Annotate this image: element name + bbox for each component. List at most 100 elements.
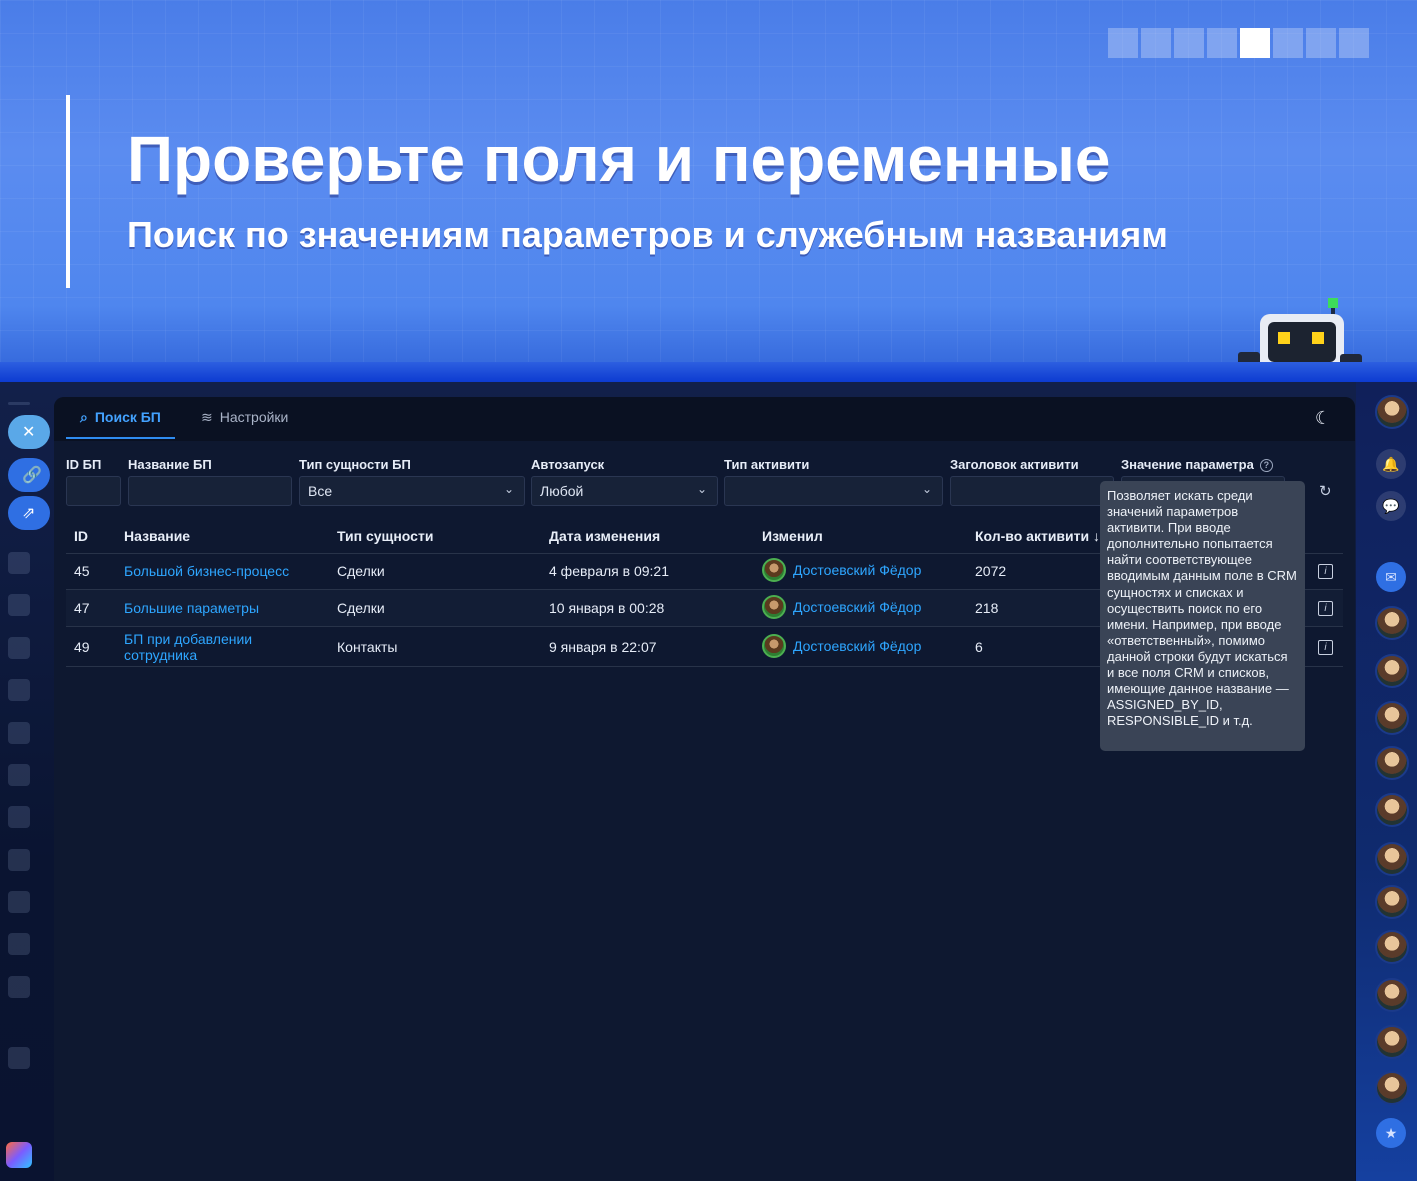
info-icon[interactable]: i [1318, 640, 1333, 655]
chart-icon[interactable] [8, 764, 30, 786]
tab-search-bp[interactable]: ⌕ Поиск БП [66, 397, 175, 439]
store-icon[interactable] [8, 594, 30, 616]
contact-avatar[interactable] [1375, 746, 1409, 780]
user-avatar[interactable] [762, 595, 786, 619]
mcp-icon[interactable] [8, 976, 30, 998]
cell-date: 9 января в 22:07 [549, 639, 657, 655]
entity-type-value: Все [308, 483, 333, 499]
autostart-select[interactable]: Любой ⌄ [531, 476, 718, 506]
bp-name-link[interactable]: Большие параметры [124, 600, 259, 616]
chevron-down-icon: ⌄ [696, 482, 707, 496]
contact-avatar[interactable] [1375, 606, 1409, 640]
name-input[interactable] [128, 476, 292, 506]
column-header-date[interactable]: Дата изменения [549, 528, 660, 544]
close-button[interactable]: ✕ [8, 415, 50, 449]
slide-dot[interactable] [1108, 28, 1138, 58]
column-header-name[interactable]: Название [124, 528, 190, 544]
calendar-icon[interactable] [8, 722, 30, 744]
cell-id: 49 [74, 639, 90, 655]
contact-avatar[interactable] [1375, 930, 1409, 964]
user-avatar[interactable] [762, 634, 786, 658]
tab-bar: ⌕ Поиск БП ≋ Настройки ☾ [54, 397, 1355, 441]
robot-icon[interactable] [8, 933, 30, 955]
banner-bottom-band [0, 362, 1417, 382]
id-input[interactable] [66, 476, 121, 506]
bp-name-link[interactable]: БП при добавлении сотрудника [124, 631, 274, 663]
cell-activity-count: 6 [975, 639, 983, 655]
slide-dot[interactable] [1339, 28, 1369, 58]
filter-label-id: ID БП [66, 457, 102, 472]
info-icon[interactable]: i [1318, 564, 1333, 579]
filter-label-activity-type: Тип активити [724, 457, 810, 472]
cell-id: 45 [74, 563, 90, 579]
tab-settings[interactable]: ≋ Настройки [193, 397, 296, 437]
cell-entity: Сделки [337, 600, 385, 616]
sliders-icon: ≋ [201, 408, 213, 425]
param-value-tooltip: Позволяет искать среди значений параметр… [1100, 481, 1305, 751]
contact-avatar[interactable] [1375, 1071, 1409, 1105]
bp-name-link[interactable]: Большой бизнес-процесс [124, 563, 289, 579]
document-icon[interactable] [8, 637, 30, 659]
cell-activity-count: 218 [975, 600, 999, 616]
cell-date: 10 января в 00:28 [549, 600, 665, 616]
presentation-icon[interactable] [8, 679, 30, 701]
column-header-activity-count[interactable]: Кол-во активити ↓ [975, 528, 1100, 544]
contact-avatar[interactable] [1375, 654, 1409, 688]
tab-label: Поиск БП [94, 409, 161, 425]
column-header-id[interactable]: ID [74, 528, 88, 544]
task-icon[interactable] [8, 552, 30, 574]
activity-type-select[interactable]: ⌄ [724, 476, 943, 506]
pen-icon[interactable] [8, 891, 30, 913]
chat-search-icon[interactable]: 💬 [1376, 491, 1406, 521]
cell-entity: Контакты [337, 639, 398, 655]
contact-avatar[interactable] [1375, 978, 1409, 1012]
banner-subline: Поиск по значениям параметров и служебны… [127, 214, 1168, 255]
contact-avatar[interactable] [1375, 885, 1409, 919]
entity-type-select[interactable]: Все ⌄ [299, 476, 525, 506]
refresh-icon[interactable]: ↻ [1319, 482, 1332, 500]
contact-avatar[interactable] [1375, 842, 1409, 876]
contact-avatar[interactable] [1375, 1025, 1409, 1059]
banner-headline: Проверьте поля и переменные [127, 123, 1111, 195]
column-header-entity[interactable]: Тип сущности [337, 528, 433, 544]
cell-user: Достоевский Фёдор [762, 595, 921, 619]
help-icon[interactable]: ? [1259, 459, 1273, 472]
open-external-button[interactable]: ⇗ [8, 496, 50, 530]
chevron-down-icon: ⌄ [921, 482, 932, 496]
user-link[interactable]: Достоевский Фёдор [793, 599, 921, 615]
cell-id: 47 [74, 600, 90, 616]
messages-icon[interactable]: ✉ [1376, 562, 1406, 592]
user-link[interactable]: Достоевский Фёдор [793, 638, 921, 654]
filter-label-entity-type: Тип сущности БП [299, 457, 411, 472]
info-icon[interactable]: i [1318, 601, 1333, 616]
param-value-label-text: Значение параметра [1121, 457, 1254, 472]
cell-entity: Сделки [337, 563, 385, 579]
autostart-value: Любой [540, 483, 584, 499]
moon-icon[interactable]: ☾ [1315, 408, 1331, 429]
search-icon: ⌕ [80, 408, 88, 425]
slide-dot[interactable] [1207, 28, 1237, 58]
file-edit-icon[interactable] [8, 849, 30, 871]
current-user-avatar[interactable] [1375, 395, 1409, 429]
cell-date: 4 февраля в 09:21 [549, 563, 669, 579]
settings-icon[interactable] [8, 1047, 30, 1069]
slide-dot-active[interactable] [1240, 28, 1270, 58]
user-avatar[interactable] [762, 558, 786, 582]
hexagon-icon[interactable] [8, 806, 30, 828]
column-header-user[interactable]: Изменил [762, 528, 823, 544]
contact-avatar[interactable] [1375, 793, 1409, 827]
bookmark-icon[interactable]: ★ [1376, 1118, 1406, 1148]
filter-label-activity-title: Заголовок активити [950, 457, 1079, 472]
assistant-icon[interactable] [6, 1142, 32, 1168]
activity-title-input[interactable] [950, 476, 1114, 506]
link-button[interactable]: 🔗 [8, 458, 50, 492]
menu-icon[interactable] [8, 402, 30, 405]
slide-dot[interactable] [1273, 28, 1303, 58]
bell-icon[interactable]: 🔔 [1376, 449, 1406, 479]
slide-dot[interactable] [1306, 28, 1336, 58]
slide-dot[interactable] [1174, 28, 1204, 58]
contact-avatar[interactable] [1375, 701, 1409, 735]
slide-dot[interactable] [1141, 28, 1171, 58]
filter-label-name: Название БП [128, 457, 212, 472]
user-link[interactable]: Достоевский Фёдор [793, 562, 921, 578]
